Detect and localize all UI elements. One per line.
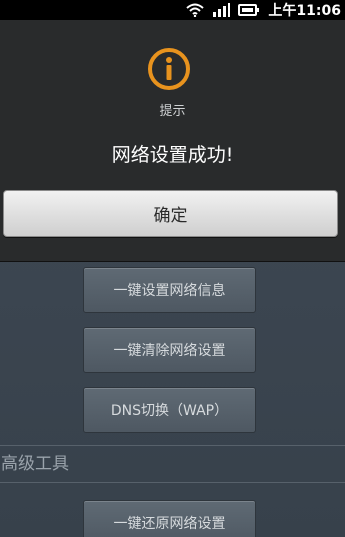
status-bar: 上午11:06	[0, 0, 345, 20]
battery-icon	[238, 4, 260, 16]
wifi-icon	[186, 3, 205, 17]
info-icon	[147, 47, 191, 91]
divider	[0, 482, 345, 483]
signal-icon	[212, 3, 231, 17]
status-icons: 上午11:06	[186, 0, 341, 20]
dns-switch-wap-button[interactable]: DNS切换（WAP）	[83, 387, 256, 433]
one-key-clear-network-button[interactable]: 一键清除网络设置	[83, 327, 256, 373]
confirm-button[interactable]: 确定	[3, 190, 338, 237]
dialog-message: 网络设置成功!	[111, 144, 234, 166]
section-title-advanced-tools: 高级工具	[1, 454, 69, 474]
status-time: 上午11:06	[268, 3, 341, 19]
one-key-restore-network-button[interactable]: 一键还原网络设置	[83, 500, 256, 537]
alert-dialog: 提示 网络设置成功! 确定	[0, 20, 345, 262]
screen: 上午11:06 一键设置网络信息 一键清除网络设置 DNS切换（WAP） 高级工…	[0, 0, 345, 537]
one-key-network-setup-button[interactable]: 一键设置网络信息	[83, 267, 256, 313]
dialog-title: 提示	[159, 104, 186, 119]
